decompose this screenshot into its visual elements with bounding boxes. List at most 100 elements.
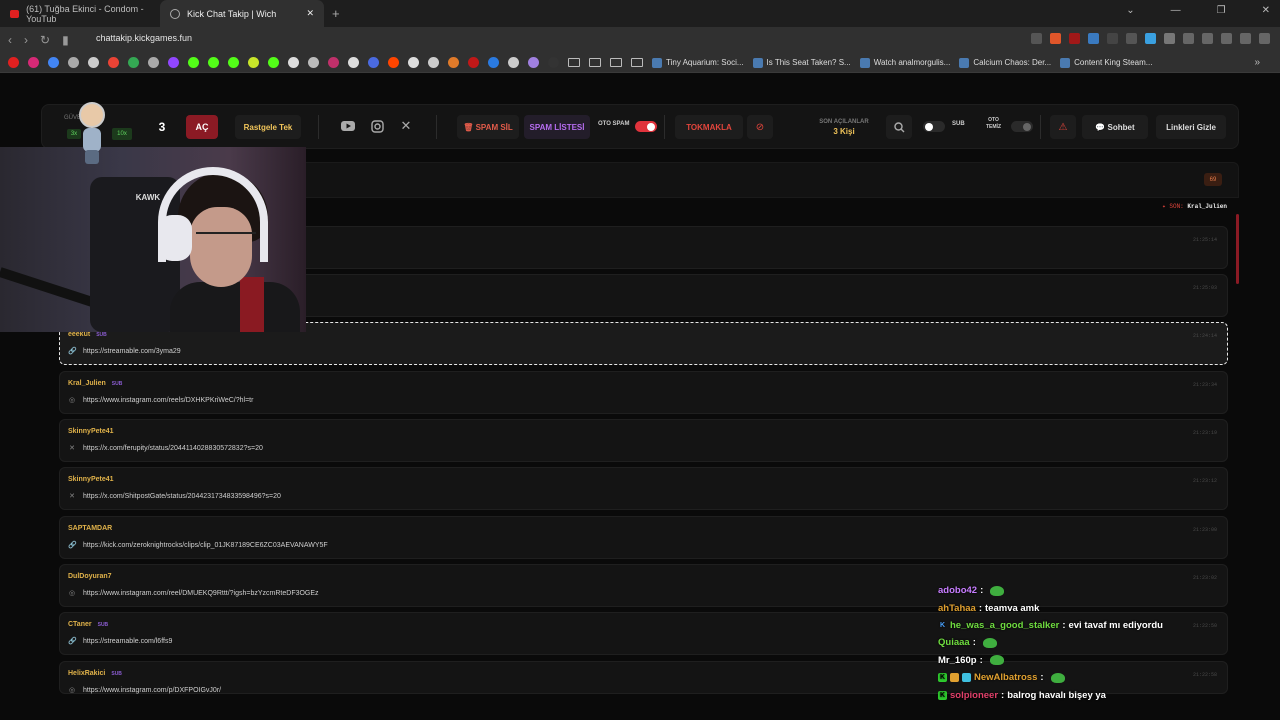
sidebar-icon[interactable] (1202, 33, 1213, 44)
delete-spam-button[interactable]: 🗑 SPAM SİL (457, 115, 519, 139)
chat-username[interactable]: NewAlbatross (974, 672, 1037, 683)
globe-bookmark-icon[interactable] (68, 57, 79, 68)
link-author[interactable]: HelixRakici SUB (68, 670, 122, 677)
kick-bookmark-icon[interactable] (228, 57, 239, 68)
bookmark-icon[interactable] (508, 57, 519, 68)
bookmark-item[interactable]: Is This Seat Taken? S... (752, 57, 851, 68)
chat-username[interactable]: Quiaaa (938, 637, 970, 648)
bookmark-item[interactable]: Content King Steam... (1060, 57, 1152, 68)
close-window-button[interactable]: ✕ (1262, 5, 1270, 16)
twitch-bookmark-icon[interactable] (168, 57, 179, 68)
chat-username[interactable]: Mr_160p (938, 655, 977, 666)
x-bookmark-icon[interactable] (348, 57, 359, 68)
download-icon[interactable] (1221, 33, 1232, 44)
folder-icon[interactable] (568, 58, 580, 67)
drive-bookmark-icon[interactable] (128, 57, 139, 68)
extension-icon[interactable] (1164, 33, 1175, 44)
link-author[interactable]: Kral_Julien SUB (68, 380, 122, 387)
bookmark-icon[interactable] (148, 57, 159, 68)
link-row[interactable]: 🔗 https://streamable.com/3yma29 (68, 347, 181, 356)
link-author[interactable]: eeekut SUB (68, 331, 107, 338)
ban-icon[interactable]: ⊘ (747, 115, 773, 139)
link-row[interactable]: ✕ https://x.com/ferupity/status/204411402… (68, 444, 263, 453)
link-author[interactable]: SkinnyPete41 (68, 476, 114, 483)
link-url[interactable]: https://www.instagram.com/reel/DMUEKQ9Rt… (83, 590, 319, 597)
multiplier-10x[interactable]: 10x (112, 128, 132, 140)
maximize-button[interactable]: ❐ (1217, 5, 1226, 16)
link-url[interactable]: https://kick.com/zeroknightrocks/clips/c… (83, 542, 328, 549)
reload-icon[interactable]: ↻ (40, 33, 50, 47)
spam-list-button[interactable]: SPAM LİSTESİ (524, 115, 590, 139)
folder-icon[interactable] (589, 58, 601, 67)
bookmark-icon[interactable] (288, 57, 299, 68)
bookmark-icon[interactable] (308, 57, 319, 68)
extensions-icon[interactable] (1183, 33, 1194, 44)
link-item[interactable]: Kral_Julien SUB ◎ https://www.instagram.com… (59, 371, 1228, 414)
chat-username[interactable]: adobo42 (938, 585, 977, 596)
gmail-bookmark-icon[interactable] (108, 57, 119, 68)
link-url[interactable]: https://x.com/ferupity/status/2044114028… (83, 445, 263, 452)
globe-bookmark-icon[interactable] (88, 57, 99, 68)
chat-username[interactable]: solpioneer (950, 690, 998, 701)
search-icon[interactable] (886, 115, 912, 139)
hide-links-button[interactable]: Linkleri Gizle (1156, 115, 1226, 139)
bookmark-icon[interactable] (448, 57, 459, 68)
extension-icon[interactable] (1107, 33, 1118, 44)
extension-icon[interactable] (1145, 33, 1156, 44)
bookmark-icon[interactable]: ▮ (62, 33, 69, 47)
link-row[interactable]: ◎ https://www.instagram.com/p/DXFPOIGvJ0r… (68, 686, 221, 695)
youtube-bookmark-icon[interactable] (8, 57, 19, 68)
bookmark-icon[interactable] (488, 57, 499, 68)
bookmark-icon[interactable] (368, 57, 379, 68)
bookmark-icon[interactable] (548, 57, 559, 68)
instagram-bookmark-icon[interactable] (28, 57, 39, 68)
extension-icon[interactable] (1088, 33, 1099, 44)
browser-tab-youtube[interactable]: (61) Tuğba Ekinci - Condom - YouTub (0, 0, 160, 27)
media-icon[interactable] (1240, 33, 1251, 44)
warning-icon[interactable]: ⚠ (1050, 115, 1076, 139)
link-url[interactable]: https://streamable.com/3yma29 (83, 348, 181, 355)
bookmark-icon[interactable] (528, 57, 539, 68)
x-icon[interactable]: ✕ (398, 118, 414, 134)
reddit-bookmark-icon[interactable] (388, 57, 399, 68)
share-icon[interactable] (1031, 33, 1042, 44)
close-tab-icon[interactable]: ✕ (306, 8, 314, 19)
link-item[interactable]: SkinnyPete41 ✕ https://x.com/ferupity/stat… (59, 419, 1228, 462)
chat-username[interactable]: he_was_a_good_stalker (950, 620, 1059, 631)
link-item[interactable]: SAPTAMDAR 🔗 https://kick.com/zeroknightroc… (59, 516, 1228, 559)
bookmark-icon[interactable] (248, 57, 259, 68)
youtube-icon[interactable] (340, 118, 356, 134)
folder-icon[interactable] (631, 58, 643, 67)
scrollbar[interactable] (1236, 214, 1239, 284)
bookmark-item[interactable]: Tiny Aquarium: Soci... (652, 57, 744, 68)
ublock-icon[interactable] (1069, 33, 1080, 44)
link-url[interactable]: https://x.com/ShitpostGate/status/204423… (83, 493, 281, 500)
random-single-button[interactable]: Rastgele Tek (235, 115, 301, 139)
browser-tab-active[interactable]: Kick Chat Takip | Wich ✕ (160, 0, 324, 27)
chat-button[interactable]: 💬 Sohbet (1082, 115, 1148, 139)
bookmark-icon[interactable] (408, 57, 419, 68)
link-url[interactable]: https://www.instagram.com/p/DXFPOIGvJ0r/ (83, 687, 221, 694)
kick-bookmark-icon[interactable] (208, 57, 219, 68)
instagram-icon[interactable] (369, 118, 385, 134)
link-author[interactable]: DulDoyuran7 (68, 573, 112, 580)
bookmark-icon[interactable] (328, 57, 339, 68)
tab-search-icon[interactable]: ⌄ (1126, 5, 1134, 16)
forward-icon[interactable]: › (24, 33, 28, 47)
open-button[interactable]: AÇ (186, 115, 218, 139)
bookmark-item[interactable]: Watch analmorgulis... (859, 57, 950, 68)
link-row[interactable]: ◎ https://www.instagram.com/reel/DMUEKQ9R… (68, 589, 319, 598)
auto-clean-toggle[interactable] (1011, 121, 1033, 132)
hammer-button[interactable]: TOKMAKLA (675, 115, 743, 139)
link-url[interactable]: https://www.instagram.com/reels/DXHKPKri… (83, 397, 253, 404)
link-row[interactable]: 🔗 https://streamable.com/l6ffs9 (68, 637, 172, 646)
back-icon[interactable]: ‹ (8, 33, 12, 47)
auto-spam-toggle[interactable] (635, 121, 657, 132)
brave-shield-icon[interactable] (1050, 33, 1061, 44)
link-row[interactable]: ✕ https://x.com/ShitpostGate/status/20442… (68, 492, 281, 501)
kick-bookmark-icon[interactable] (188, 57, 199, 68)
chat-username[interactable]: ahTahaa (938, 603, 976, 614)
link-author[interactable]: CTaner SUB (68, 621, 108, 628)
link-row[interactable]: 🔗 https://kick.com/zeroknightrocks/clips/… (68, 541, 328, 550)
folder-icon[interactable] (610, 58, 622, 67)
